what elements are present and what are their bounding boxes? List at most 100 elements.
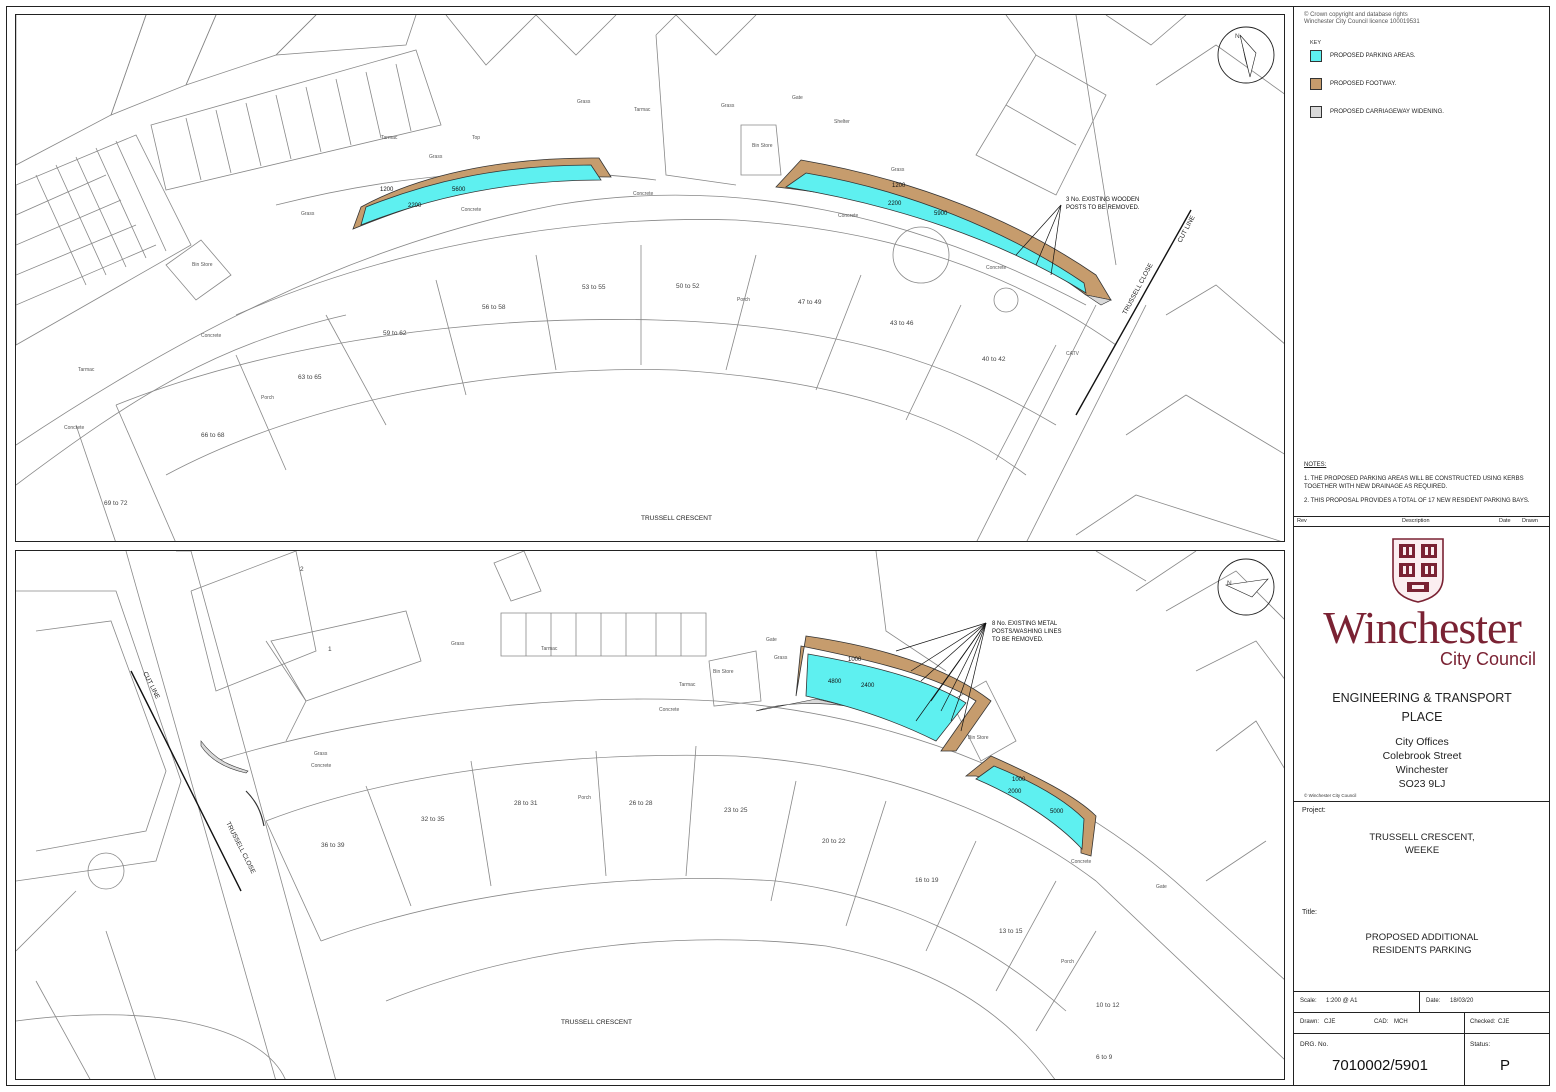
title-line2: RESIDENTS PARKING	[1372, 945, 1472, 956]
label-grass-5: Grass	[429, 154, 443, 160]
label-concrete-b3: Concrete	[1071, 859, 1092, 865]
property-66-68: 66 to 68	[201, 432, 225, 439]
checked-label: Checked:	[1470, 1019, 1496, 1025]
date-col: Date	[1499, 518, 1511, 524]
label-concrete-3: Concrete	[838, 213, 859, 219]
label-bin-store: Bin Store	[192, 262, 213, 268]
drawn-cad-checked-row: Drawn: CJE CAD: MCH Checked: CJE	[1294, 1012, 1550, 1034]
label-bin-store-2: Bin Store	[752, 143, 773, 149]
project-line2: WEEKE	[1404, 845, 1440, 856]
site-plan-top-svg: CUT LINE TRUSSELL CLOSE 1200 2200 5600 1…	[16, 15, 1284, 541]
label-tarmac-3: Tarmac	[78, 367, 95, 373]
drawing-info: Scale: 1:200 @ A1 Date: 18/03/20 Drawn: …	[1294, 991, 1550, 1086]
date-label: Date:	[1426, 998, 1441, 1004]
label-grass-3: Grass	[891, 167, 905, 173]
dim-upper-3: 2400	[861, 683, 875, 689]
label-tarmac: Tarmac	[381, 135, 398, 141]
copyright-line2: Winchester City Council licence 10001953…	[1304, 19, 1420, 25]
label-concrete: Concrete	[461, 207, 482, 213]
label-concrete-2: Concrete	[633, 191, 654, 197]
drawing-number: 7010002/5901	[1332, 1057, 1428, 1074]
label-grass-4: Grass	[301, 211, 315, 217]
north-arrow-icon: N	[1217, 26, 1275, 84]
property-50-52: 50 to 52	[676, 283, 700, 290]
title-label: Title:	[1302, 909, 1317, 916]
title-value: PROPOSED ADDITIONAL RESIDENTS PARKING	[1294, 931, 1550, 957]
address: City Offices Colebrook Street Winchester…	[1294, 735, 1550, 791]
north-arrow-icon-bottom: N	[1217, 558, 1275, 616]
callout-bottom-line2: POSTS/WASHING LINES	[992, 629, 1061, 635]
svg-text:N: N	[1227, 580, 1232, 587]
drg-label: DRG. No.	[1300, 1041, 1329, 1048]
label-porch: Porch	[261, 395, 274, 401]
scale-date-row: Scale: 1:200 @ A1 Date: 18/03/20	[1294, 991, 1550, 1013]
dim-right-1: 1200	[892, 183, 906, 189]
property-6-9: 6 to 9	[1096, 1054, 1113, 1061]
drawn-col: Drawn	[1522, 518, 1538, 524]
drawn-value: CJE	[1324, 1019, 1336, 1025]
scale-label: Scale:	[1300, 998, 1317, 1004]
label-porch-2: Porch	[737, 297, 750, 303]
label-grass-b2: Grass	[774, 655, 788, 661]
label-tarmac-b1: Tarmac	[541, 646, 558, 652]
label-concrete-b1: Concrete	[659, 707, 680, 713]
label-bin-store-b1: Bin Store	[713, 669, 734, 675]
key-footway-label: PROPOSED FOOTWAY.	[1330, 81, 1397, 87]
label-porch-b2: Porch	[1061, 959, 1074, 965]
property-13-15: 13 to 15	[999, 928, 1023, 935]
project-value: TRUSSELL CRESCENT, WEEKE	[1294, 831, 1550, 857]
property-40-42: 40 to 42	[982, 356, 1006, 363]
label-gate-b2: Gate	[1156, 884, 1167, 890]
site-plan-top: CUT LINE TRUSSELL CLOSE 1200 2200 5600 1…	[15, 14, 1285, 542]
department: ENGINEERING & TRANSPORT PLACE	[1294, 689, 1550, 727]
property-2: 2	[300, 566, 304, 573]
road-name-bottom: TRUSSELL CRESCENT	[561, 1019, 632, 1026]
copyright-notice: © Crown copyright and database rights Wi…	[1304, 12, 1420, 26]
dept-line2: PLACE	[1401, 710, 1443, 724]
label-grass-b3: Grass	[314, 751, 328, 757]
key-heading: KEY	[1310, 40, 1322, 46]
property-10-12: 10 to 12	[1096, 1002, 1120, 1009]
drawn-label: Drawn:	[1300, 1019, 1320, 1025]
project-line1: TRUSSELL CRESCENT,	[1369, 832, 1475, 843]
label-grass-2: Grass	[721, 103, 735, 109]
label-concrete-5: Concrete	[64, 425, 85, 431]
property-28-31: 28 to 31	[514, 800, 538, 807]
note-2: 2. THIS PROPOSAL PROVIDES A TOTAL OF 17 …	[1304, 498, 1530, 504]
key-footway: PROPOSED FOOTWAY.	[1310, 78, 1396, 90]
callout-top-line1: 3 No. EXISTING WOODEN	[1066, 197, 1139, 203]
label-top: Top	[472, 135, 480, 141]
date-value: 18/03/20	[1450, 998, 1474, 1004]
label-tarmac-b2: Tarmac	[679, 682, 696, 688]
swatch-parking	[1310, 50, 1322, 62]
label-bin-store-b2: Bin Store	[968, 735, 989, 741]
dim-lower-1: 1000	[1012, 777, 1026, 783]
property-56-58: 56 to 58	[482, 304, 506, 311]
cad-value: MCH	[1394, 1019, 1408, 1025]
site-plan-bottom: CUT LINE TRUSSELL CLOSE 1000 4800 2400 1…	[15, 550, 1285, 1080]
key-parking-label: PROPOSED PARKING AREAS.	[1330, 53, 1416, 59]
label-grass: Grass	[577, 99, 591, 105]
copyright-line1: © Crown copyright and database rights	[1304, 12, 1408, 18]
side-road-label: TRUSSELL CLOSE	[1122, 262, 1155, 316]
cad-label: CAD:	[1374, 1019, 1389, 1025]
address-line3: Winchester	[1395, 764, 1449, 776]
title-block: © Crown copyright and database rights Wi…	[1293, 6, 1550, 1086]
address-line4: SO23 9LJ	[1398, 778, 1446, 790]
status-value: P	[1500, 1057, 1511, 1074]
label-concrete-6: Concrete	[986, 265, 1007, 271]
label-concrete-b2: Concrete	[311, 763, 332, 769]
notes-heading: NOTES:	[1304, 462, 1327, 468]
property-59-62: 59 to 62	[383, 330, 407, 337]
label-shelter: Shelter	[834, 119, 850, 125]
council-logo-word: Winchester	[1323, 602, 1522, 653]
property-20-22: 20 to 22	[822, 838, 846, 845]
dim-upper-2: 4800	[828, 679, 842, 685]
status-label: Status:	[1470, 1041, 1491, 1048]
description-col: Description	[1402, 518, 1430, 524]
label-gate-b1: Gate	[766, 637, 777, 643]
label-gate: Gate	[792, 95, 803, 101]
property-43-46: 43 to 46	[890, 320, 914, 327]
label-grass-b1: Grass	[451, 641, 465, 647]
property-26-28: 26 to 28	[629, 800, 653, 807]
